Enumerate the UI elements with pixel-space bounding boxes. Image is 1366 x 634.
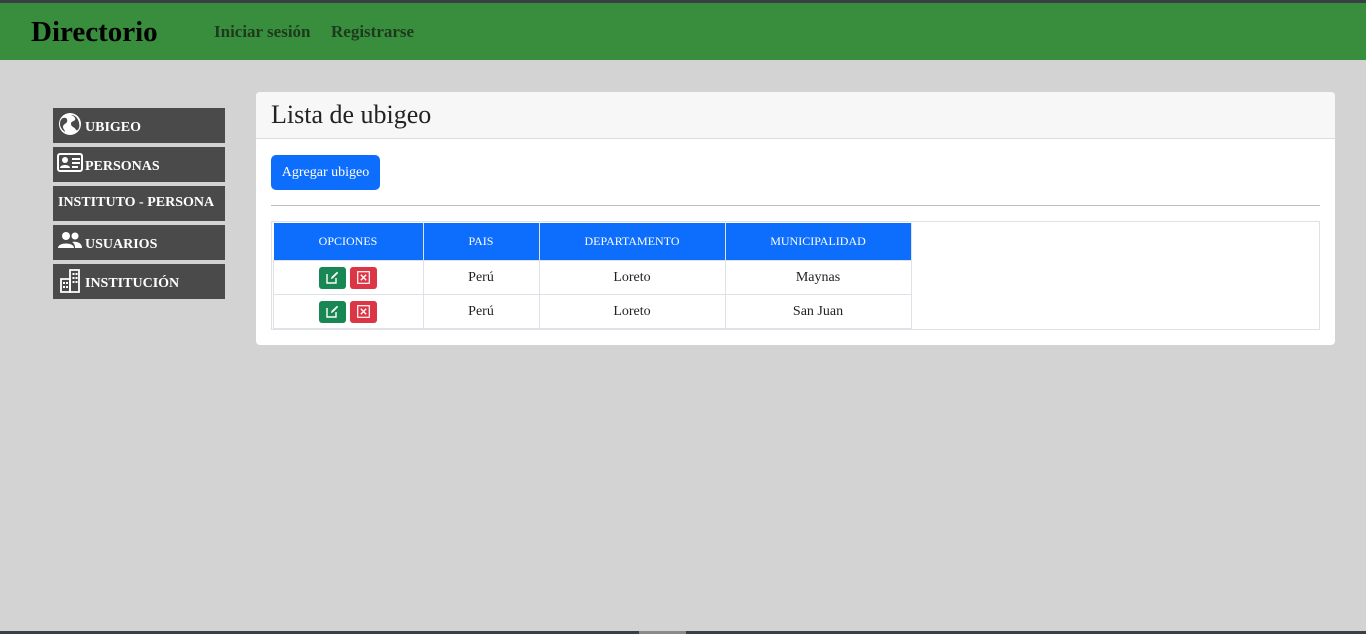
ubigeo-table-container: OPCIONES PAIS DEPARTAMENTO MUNICIPALIDAD [271, 221, 1320, 330]
ubigeo-table: OPCIONES PAIS DEPARTAMENTO MUNICIPALIDAD [273, 223, 912, 329]
top-navbar: Directorio Iniciar sesión Registrarse [0, 3, 1366, 60]
table-header-row: OPCIONES PAIS DEPARTAMENTO MUNICIPALIDAD [273, 223, 912, 261]
sidebar-item-label: USUARIOS [85, 237, 158, 252]
sidebar-item-label: UBIGEO [85, 120, 142, 135]
globe-icon [57, 111, 83, 137]
building-icon [57, 267, 83, 293]
sidebar-item-ubigeo[interactable]: UBIGEO [53, 108, 225, 143]
brand-title[interactable]: Directorio [31, 16, 158, 48]
sidebar-item-usuarios[interactable]: USUARIOS [53, 225, 225, 260]
login-link[interactable]: Iniciar sesión [214, 22, 311, 42]
close-icon [357, 270, 371, 284]
header-opciones: OPCIONES [273, 223, 424, 261]
options-cell [273, 260, 424, 295]
sidebar-item-label: PERSONAS [85, 159, 160, 174]
page-title: Lista de ubigeo [271, 100, 432, 129]
cell-departamento: Loreto [538, 294, 726, 329]
cell-pais: Perú [422, 260, 540, 295]
cell-municipalidad: Maynas [724, 260, 912, 295]
edit-icon [326, 271, 339, 284]
header-pais: PAIS [423, 223, 540, 261]
id-card-icon [57, 150, 83, 176]
sidebar-item-label: INSTITUTO - PERSONA [58, 195, 215, 210]
sidebar-item-instituto-persona[interactable]: INSTITUTO - PERSONA [53, 186, 225, 221]
delete-button[interactable] [350, 300, 378, 323]
sidebar-item-personas[interactable]: PERSONAS [53, 147, 225, 182]
ubigeo-card: Lista de ubigeo Agregar ubigeo OPCIONES … [256, 92, 1335, 345]
edit-button[interactable] [319, 300, 347, 323]
options-cell [273, 294, 424, 329]
edit-button[interactable] [319, 266, 347, 289]
card-header: Lista de ubigeo [256, 92, 1335, 139]
register-link[interactable]: Registrarse [331, 22, 414, 42]
cell-municipalidad: San Juan [724, 294, 912, 329]
delete-button[interactable] [350, 266, 378, 289]
header-departamento: DEPARTAMENTO [539, 223, 726, 261]
edit-icon [326, 305, 339, 318]
close-icon [357, 304, 371, 318]
sidebar-item-institucion[interactable]: INSTITUCIÓN [53, 264, 225, 299]
add-ubigeo-button[interactable]: Agregar ubigeo [271, 155, 380, 190]
cell-departamento: Loreto [538, 260, 726, 295]
table-row: Perú Loreto Maynas [273, 260, 912, 295]
divider [271, 205, 1320, 206]
cell-pais: Perú [422, 294, 540, 329]
users-icon [57, 228, 83, 254]
sidebar-item-label: INSTITUCIÓN [85, 276, 180, 291]
header-municipalidad: MUNICIPALIDAD [725, 223, 912, 261]
table-row: Perú Loreto San Juan [273, 294, 912, 329]
